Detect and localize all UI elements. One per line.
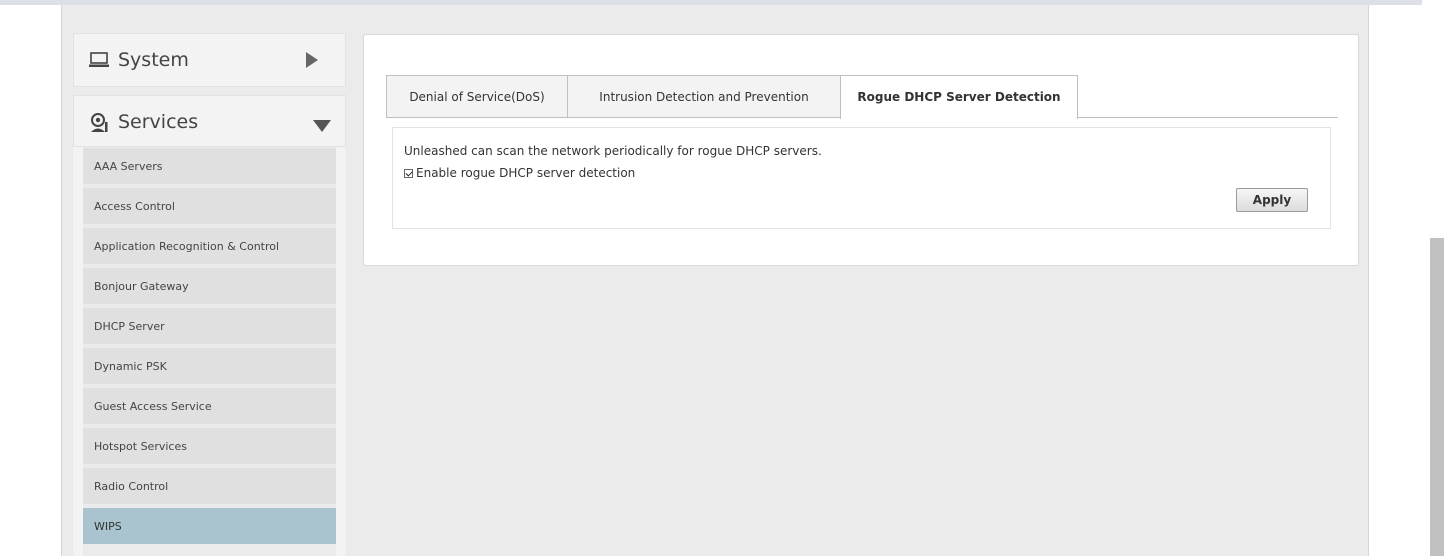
tab-rogue-dhcp-detection[interactable]: Rogue DHCP Server Detection <box>840 75 1078 119</box>
sidebar-item-bonjour-gateway[interactable]: Bonjour Gateway <box>83 268 336 305</box>
enable-rogue-dhcp-checkbox[interactable] <box>404 168 413 178</box>
page-scrollbar-thumb[interactable] <box>1430 238 1444 556</box>
laptop-icon <box>89 52 109 72</box>
sidebar-item-application-recognition[interactable]: Application Recognition & Control <box>83 228 336 265</box>
description-text: Unleashed can scan the network periodica… <box>404 144 822 158</box>
sidebar-item-radio-control[interactable]: Radio Control <box>83 468 336 505</box>
enable-rogue-dhcp-checkbox-row[interactable]: Enable rogue DHCP server detection <box>404 166 635 180</box>
triangle-down-icon <box>313 117 331 136</box>
sidebar-item-dhcp-server[interactable]: DHCP Server <box>83 308 336 345</box>
sidebar-item-guest-access-service[interactable]: Guest Access Service <box>83 388 336 425</box>
enable-rogue-dhcp-label: Enable rogue DHCP server detection <box>416 166 636 180</box>
sidebar-item-aaa-servers[interactable]: AAA Servers <box>83 148 336 185</box>
apply-button[interactable]: Apply <box>1236 188 1308 212</box>
sidebar-system-label: System <box>118 49 189 71</box>
sidebar-services-label: Services <box>118 111 199 133</box>
sidebar-system-header[interactable]: System <box>73 33 346 87</box>
sidebar-item-access-control[interactable]: Access Control <box>83 188 336 225</box>
sidebar-item-wips[interactable]: WIPS <box>83 508 336 545</box>
sidebar-item-dynamic-psk[interactable]: Dynamic PSK <box>83 348 336 385</box>
tab-denial-of-service[interactable]: Denial of Service(DoS) <box>386 75 568 118</box>
main-panel: Denial of Service(DoS) Intrusion Detecti… <box>363 34 1359 266</box>
sidebar-gutter <box>73 147 83 556</box>
rogue-dhcp-settings: Unleashed can scan the network periodica… <box>392 127 1331 229</box>
sidebar-gutter <box>336 147 346 556</box>
sidebar-item-hotspot-services[interactable]: Hotspot Services <box>83 428 336 465</box>
services-icon <box>89 113 111 137</box>
triangle-right-icon <box>306 52 318 72</box>
sidebar-services-header[interactable]: Services <box>73 95 346 147</box>
tab-intrusion-detection[interactable]: Intrusion Detection and Prevention <box>567 75 841 118</box>
